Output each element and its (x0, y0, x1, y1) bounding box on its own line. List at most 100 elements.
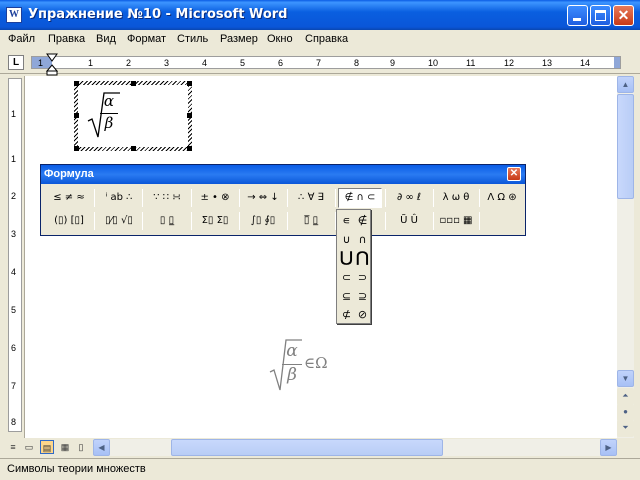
integral-palette-button[interactable]: ∫▯ ∮▯ (242, 211, 284, 231)
indent-marker-icon[interactable] (45, 52, 59, 76)
menu-format[interactable]: Формат (127, 33, 166, 45)
palette-row: ⊄ ⊘ (339, 306, 370, 323)
big-intersection-button[interactable]: ⋂ (355, 249, 370, 266)
normal-view-icon[interactable]: ≡ (6, 440, 20, 454)
spaces-palette-button[interactable]: ⁱ ab ∴ (99, 188, 139, 208)
print-layout-view-icon[interactable]: ▤ (40, 440, 54, 454)
underbar-overbar-palette-button[interactable]: ▯̅ ▯̲ (290, 211, 332, 231)
vertical-ruler[interactable]: 1 1 2 3 4 5 6 7 8 (8, 78, 22, 432)
ruler-number: 5 (240, 58, 246, 68)
superset-equal-button[interactable]: ⊇ (355, 288, 370, 305)
ruler-number: 11 (466, 58, 476, 68)
vruler-number: 3 (11, 229, 17, 239)
ruler-number: 7 (316, 58, 322, 68)
menu-edit[interactable]: Правка (48, 33, 85, 45)
denominator-beta: β (287, 365, 297, 385)
summation-palette-button[interactable]: Σ▯ Σ▯ (194, 211, 236, 231)
palette-row: ∪ ∩ (339, 231, 370, 248)
resize-handle[interactable] (74, 146, 79, 151)
misc-symbols-palette-button[interactable]: ∂ ∞ ℓ (388, 188, 430, 208)
outline-view-icon[interactable]: ▦ (58, 440, 72, 454)
intersection-button[interactable]: ∩ (355, 231, 370, 248)
resize-handle[interactable] (131, 81, 136, 86)
horizontal-scrollbar[interactable]: ◀ ▶ (93, 439, 617, 456)
separator (142, 212, 143, 230)
ruler-number: 14 (580, 58, 591, 68)
ruler-number: 8 (354, 58, 360, 68)
set-theory-palette[interactable]: ∊ ∉ ∪ ∩ ⋃ ⋂ ⊂ ⊃ ⊆ ⊇ ⊄ ⊘ (336, 209, 371, 324)
set-theory-palette-button[interactable]: ∉ ∩ ⊂ (338, 188, 382, 208)
subset-button[interactable]: ⊂ (339, 269, 354, 286)
element-of-button[interactable]: ∊ (339, 212, 354, 229)
denominator-beta: β (104, 114, 114, 132)
menu-style[interactable]: Стиль (177, 33, 208, 45)
fences-palette-button[interactable]: (▯) [▯] (49, 211, 89, 231)
menu-help[interactable]: Справка (305, 33, 348, 45)
scroll-left-button[interactable]: ◀ (93, 439, 110, 456)
close-button[interactable]: ✕ (613, 5, 634, 26)
maximize-button[interactable] (590, 5, 611, 26)
embellishments-palette-button[interactable]: ∵ ∷ ∺ (146, 188, 188, 208)
formula-toolbar-close-button[interactable]: ✕ (507, 167, 521, 181)
previous-page-button[interactable]: ⏶ (617, 388, 634, 405)
horizontal-scroll-thumb[interactable] (171, 439, 443, 456)
vertical-scroll-thumb[interactable] (617, 94, 634, 199)
vruler-number: 6 (11, 343, 17, 353)
ruler-row: L 1 1 2 3 4 5 6 7 8 9 10 11 12 13 14 2 (0, 52, 640, 74)
scroll-right-button[interactable]: ▶ (600, 439, 617, 456)
logic-palette-button[interactable]: ∴ ∀ ∃ (290, 188, 332, 208)
subset-equal-button[interactable]: ⊆ (339, 288, 354, 305)
subscript-palette-button[interactable]: ▯ ▯̲ (146, 211, 188, 231)
operators-palette-button[interactable]: ± • ⊗ (194, 188, 236, 208)
tab-selector-button[interactable]: L (8, 55, 24, 70)
menu-size[interactable]: Размер (220, 33, 258, 45)
separator (479, 189, 480, 207)
menu-window[interactable]: Окно (267, 33, 293, 45)
not-element-of-button[interactable]: ∉ (355, 212, 370, 229)
next-page-button[interactable]: ⏷ (617, 420, 634, 437)
resize-handle[interactable] (131, 146, 136, 151)
vruler-number: 8 (11, 417, 17, 427)
web-view-icon[interactable]: ▭ (22, 440, 36, 454)
ruler-number: 6 (278, 58, 284, 68)
horizontal-ruler[interactable]: 1 1 2 3 4 5 6 7 8 9 10 11 12 13 14 (31, 56, 621, 69)
products-palette-button[interactable]: Ũ Û (388, 211, 430, 231)
palette-row: ⊂ ⊃ (339, 269, 370, 286)
vertical-scrollbar[interactable]: ▲ ▼ ⏶ ● ⏷ (617, 76, 634, 438)
relations-palette-button[interactable]: ≤ ≠ ≈ (49, 188, 89, 208)
greek-lower-palette-button[interactable]: λ ω θ (436, 188, 476, 208)
separator (385, 212, 386, 230)
union-button[interactable]: ∪ (339, 231, 354, 248)
reading-view-icon[interactable]: ▯ (74, 440, 88, 454)
greek-upper-palette-button[interactable]: Λ Ω ⊛ (481, 188, 523, 208)
formula-toolbar[interactable]: Формула ✕ ≤ ≠ ≈ ⁱ ab ∴ ∵ ∷ ∺ ± • ⊗ → ⇔ ↓… (40, 164, 526, 236)
vruler-number: 5 (11, 305, 17, 315)
title-bar[interactable]: W Упражнение №10 - Microsoft Word ✕ (0, 0, 640, 30)
resize-handle[interactable] (74, 81, 79, 86)
resize-handle[interactable] (187, 113, 192, 118)
formula-toolbar-title-bar[interactable]: Формула ✕ (41, 165, 525, 184)
big-union-button[interactable]: ⋃ (339, 249, 354, 266)
menu-view[interactable]: Вид (96, 33, 116, 45)
minimize-button[interactable] (567, 5, 588, 26)
fraction-radical-palette-button[interactable]: ▯⁄▯ √▯ (99, 211, 139, 231)
resize-handle[interactable] (187, 146, 192, 151)
menu-file[interactable]: Файл (8, 33, 35, 45)
word-app-icon[interactable]: W (6, 7, 22, 23)
resize-handle[interactable] (74, 113, 79, 118)
separator (287, 189, 288, 207)
equation-object[interactable]: α β (74, 81, 192, 151)
separator (191, 189, 192, 207)
equation-preview[interactable]: α β ∈Ω (268, 338, 338, 394)
resize-handle[interactable] (187, 81, 192, 86)
select-browse-object-button[interactable]: ● (617, 404, 634, 421)
matrix-palette-button[interactable]: ▫▫▫ ▦ (436, 211, 476, 231)
arrows-palette-button[interactable]: → ⇔ ↓ (242, 188, 284, 208)
superset-button[interactable]: ⊃ (355, 269, 370, 286)
scroll-down-button[interactable]: ▼ (617, 370, 634, 387)
window-title: Упражнение №10 - Microsoft Word (28, 7, 288, 22)
not-subset-button[interactable]: ⊄ (339, 306, 354, 323)
scroll-up-button[interactable]: ▲ (617, 76, 634, 93)
status-text: Символы теории множеств (7, 463, 146, 475)
empty-set-button[interactable]: ⊘ (355, 306, 370, 323)
